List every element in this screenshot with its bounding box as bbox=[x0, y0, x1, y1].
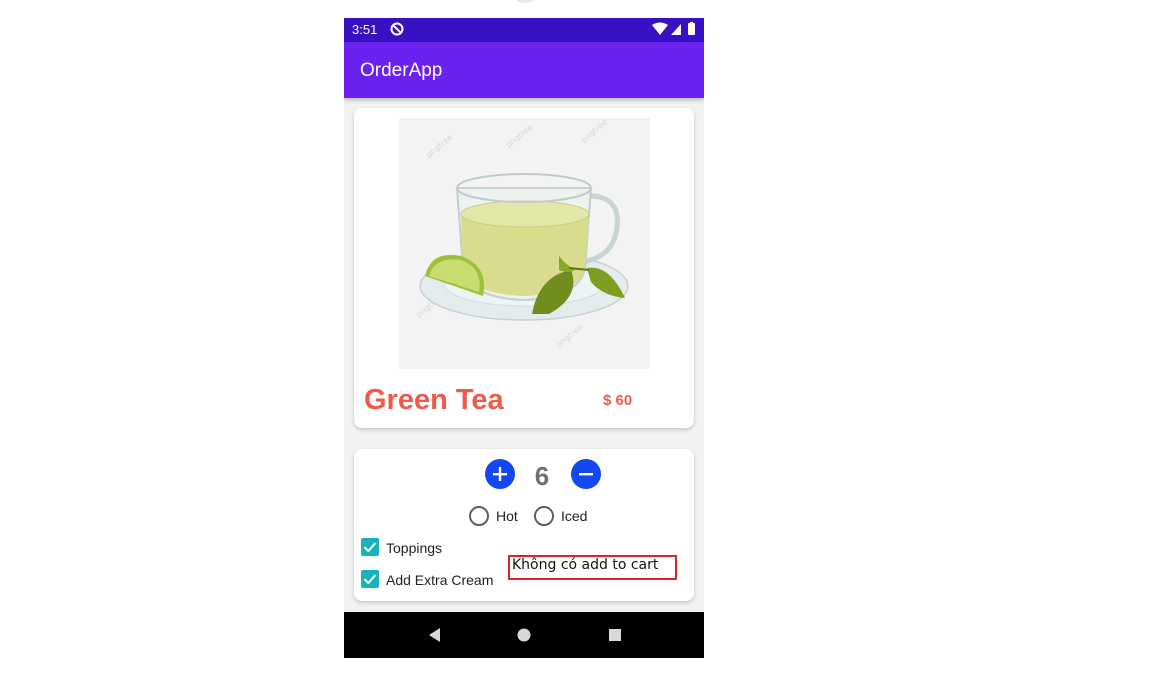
minus-icon bbox=[579, 473, 593, 476]
product-image: pngtree pngtree pngtree pngtree pngtree bbox=[399, 118, 650, 369]
checkbox-checked bbox=[361, 538, 379, 556]
radio-circle bbox=[534, 506, 554, 526]
checkbox-checked bbox=[361, 570, 379, 588]
extra-cream-checkbox[interactable]: Add Extra Cream bbox=[361, 570, 521, 590]
do-not-disturb-icon bbox=[390, 22, 404, 36]
extra-cream-label: Add Extra Cream bbox=[386, 572, 494, 588]
annotation-text: Không có add to cart bbox=[512, 557, 659, 573]
wifi-icon bbox=[652, 22, 668, 35]
back-icon[interactable] bbox=[425, 625, 445, 645]
signal-icon bbox=[671, 24, 681, 35]
radio-circle bbox=[469, 506, 489, 526]
status-bar: 3:51 bbox=[344, 18, 704, 42]
quantity-value: 6 bbox=[534, 461, 550, 491]
product-card: pngtree pngtree pngtree pngtree pngtree … bbox=[354, 108, 694, 428]
home-icon[interactable] bbox=[514, 625, 534, 645]
product-name: Green Tea bbox=[364, 384, 504, 416]
status-time: 3:51 bbox=[352, 22, 378, 37]
top-edge-blob bbox=[515, 0, 535, 3]
battery-icon bbox=[688, 23, 695, 35]
radio-iced[interactable]: Iced bbox=[534, 504, 598, 526]
recent-apps-icon[interactable] bbox=[605, 625, 625, 645]
radio-iced-label: Iced bbox=[561, 508, 588, 524]
toppings-checkbox[interactable]: Toppings bbox=[361, 538, 521, 558]
decrease-quantity-button[interactable] bbox=[571, 459, 601, 489]
radio-hot[interactable]: Hot bbox=[469, 504, 529, 526]
radio-hot-label: Hot bbox=[496, 508, 518, 524]
increase-quantity-button[interactable] bbox=[485, 459, 515, 489]
status-icons bbox=[652, 22, 695, 35]
product-price: $ 60 bbox=[603, 392, 633, 409]
app-bar: OrderApp bbox=[344, 42, 704, 98]
annotation-box: Không có add to cart bbox=[508, 555, 677, 580]
toppings-label: Toppings bbox=[386, 540, 443, 556]
check-icon bbox=[363, 542, 377, 553]
plus-icon bbox=[493, 467, 507, 481]
app-title: OrderApp bbox=[360, 60, 443, 81]
check-icon bbox=[363, 574, 377, 585]
navigation-bar bbox=[344, 612, 704, 658]
